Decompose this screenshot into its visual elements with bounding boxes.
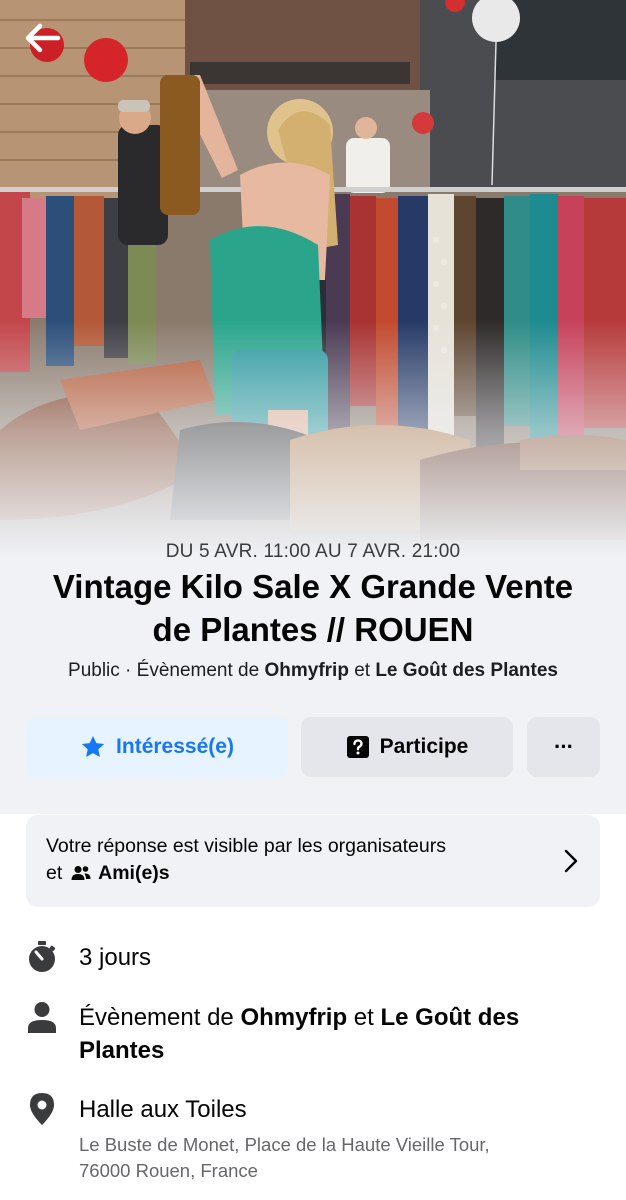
star-icon bbox=[80, 734, 106, 760]
privacy-label: Public bbox=[68, 660, 120, 681]
host-link-ohmyfrip-detail[interactable]: Ohmyfrip bbox=[240, 1004, 347, 1031]
address-line-1: Le Buste de Monet, Place de la Haute Vie… bbox=[79, 1134, 490, 1155]
detail-hosts: Évènement de Ohmyfrip et Le Goût des Pla… bbox=[26, 1001, 600, 1067]
interested-label: Intéressé(e) bbox=[116, 735, 234, 758]
event-title: Vintage Kilo Sale X Grande Vente de Plan… bbox=[52, 568, 574, 648]
host-link-ohmyfrip[interactable]: Ohmyfrip bbox=[264, 660, 348, 681]
audience-label: Ami(e)s bbox=[98, 862, 170, 884]
person-icon bbox=[26, 1001, 58, 1033]
arrow-left-icon bbox=[25, 23, 61, 53]
event-cover-photo bbox=[0, 0, 626, 560]
event-privacy-and-hosts: Public · Évènement de Ohmyfrip et Le Goû… bbox=[0, 660, 626, 682]
detail-duration: 3 jours bbox=[26, 941, 600, 974]
address-line-2: 76000 Rouen, France bbox=[79, 1160, 258, 1181]
detail-location[interactable]: Halle aux Toiles Le Buste de Monet, Plac… bbox=[26, 1093, 600, 1184]
hosts-joiner: et bbox=[347, 1004, 381, 1031]
hosts-text: Évènement de Ohmyfrip et Le Goût des Pla… bbox=[79, 1001, 600, 1067]
host-link-le-gout-des-plantes[interactable]: Le Goût des Plantes bbox=[375, 660, 558, 681]
visibility-text: Votre réponse est visible par les organi… bbox=[46, 833, 540, 889]
venue-name: Halle aux Toiles bbox=[79, 1096, 247, 1123]
going-label: Participe bbox=[379, 735, 469, 758]
back-button[interactable] bbox=[20, 18, 64, 58]
chevron-right-icon bbox=[564, 849, 578, 878]
venue-address: Le Buste de Monet, Place de la Haute Vie… bbox=[79, 1132, 600, 1184]
duration-text: 3 jours bbox=[79, 944, 152, 971]
friends-icon bbox=[71, 862, 91, 889]
hosted-by-prefix: Évènement de bbox=[136, 660, 265, 681]
interested-button[interactable]: Intéressé(e) bbox=[26, 717, 288, 777]
hosts-prefix: Évènement de bbox=[79, 1004, 241, 1031]
host-joiner: et bbox=[348, 660, 376, 681]
question-box-icon bbox=[346, 735, 370, 759]
event-date-range: DU 5 AVR. 11:00 AU 7 AVR. 21:00 bbox=[165, 541, 461, 562]
location-pin-icon bbox=[26, 1093, 58, 1125]
going-button[interactable]: Participe bbox=[301, 717, 513, 777]
separator-dot: · bbox=[119, 660, 137, 681]
visibility-and: et bbox=[46, 862, 63, 884]
stopwatch-icon bbox=[26, 941, 58, 973]
more-dots-icon: ··· bbox=[554, 734, 574, 759]
more-options-button[interactable]: ··· bbox=[527, 717, 600, 777]
response-visibility-card[interactable]: Votre réponse est visible par les organi… bbox=[26, 815, 600, 907]
visibility-sentence: Votre réponse est visible par les organi… bbox=[46, 835, 446, 857]
